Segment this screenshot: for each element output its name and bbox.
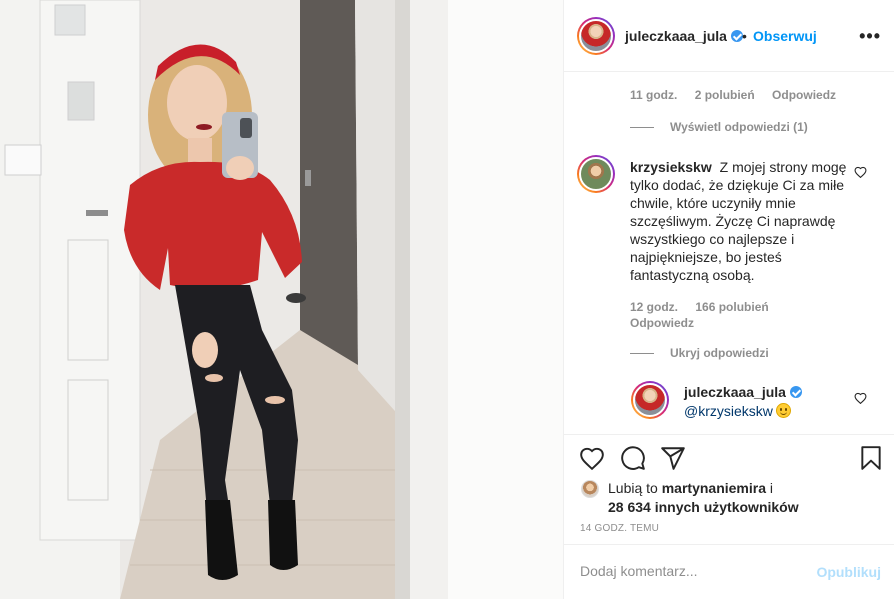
author-username[interactable]: juleczkaaa_jula bbox=[625, 28, 743, 44]
smile-emoji-icon bbox=[775, 403, 791, 418]
comment-text: Z mojej strony mogę tylko dodać, że dzię… bbox=[630, 159, 847, 283]
comment-icon[interactable] bbox=[620, 445, 646, 471]
mirror-selfie-image bbox=[0, 0, 563, 599]
follow-button[interactable]: Obserwuj bbox=[753, 28, 817, 44]
comment-body: krzysiekskw Z mojej strony mogę tylko do… bbox=[630, 158, 848, 284]
post-timestamp[interactable]: 14 GODZ. TEMU bbox=[580, 523, 659, 534]
divider bbox=[630, 352, 654, 354]
reply-author-username[interactable]: juleczkaaa_jula bbox=[684, 384, 802, 400]
heart-icon[interactable] bbox=[854, 166, 867, 178]
comment-time: 12 godz. bbox=[630, 300, 679, 314]
reply-author-avatar[interactable] bbox=[631, 381, 669, 419]
commenter-username[interactable]: krzysiekskw bbox=[630, 159, 712, 175]
hide-replies-label: Ukryj odpowiedzi bbox=[670, 346, 769, 360]
likes-line: Lubią to martynaniemira i bbox=[608, 480, 773, 496]
commenter-avatar[interactable] bbox=[577, 155, 615, 193]
view-replies-button[interactable]: Wyświetl odpowiedzi (1) bbox=[630, 120, 808, 134]
heart-icon[interactable] bbox=[854, 392, 867, 404]
reply-button[interactable]: Odpowiedz bbox=[630, 316, 694, 330]
separator-dot: • bbox=[742, 28, 747, 44]
comment-likes[interactable]: 2 polubień bbox=[695, 88, 755, 102]
reply-button[interactable]: Odpowiedz bbox=[772, 88, 836, 102]
comment-meta: 12 godz. 166 polubień Odpowiedz bbox=[630, 299, 830, 331]
share-icon[interactable] bbox=[660, 445, 686, 471]
post-sidebar: juleczkaaa_jula • Obserwuj ••• 11 godz. … bbox=[563, 0, 894, 599]
post-photo[interactable] bbox=[0, 0, 563, 599]
mention-link[interactable]: @krzysiekskw bbox=[684, 403, 773, 419]
likes-count[interactable]: 28 634 innych użytkowników bbox=[608, 497, 799, 517]
liker-avatar[interactable] bbox=[581, 480, 599, 498]
comment-composer: Opublikuj bbox=[564, 544, 894, 599]
reply-body: juleczkaaa_jula @krzysiekskw bbox=[684, 383, 802, 421]
liker-username[interactable]: martynaniemira bbox=[662, 480, 766, 496]
comment-meta: 11 godz. 2 polubień Odpowiedz bbox=[630, 88, 850, 102]
publish-button[interactable]: Opublikuj bbox=[816, 564, 881, 580]
comment-likes[interactable]: 166 polubień bbox=[695, 300, 768, 314]
post-header: juleczkaaa_jula • Obserwuj ••• bbox=[564, 0, 894, 72]
verified-icon bbox=[789, 386, 802, 398]
hide-replies-button[interactable]: Ukryj odpowiedzi bbox=[630, 346, 769, 360]
view-replies-label: Wyświetl odpowiedzi (1) bbox=[670, 120, 808, 134]
more-options-icon[interactable]: ••• bbox=[859, 26, 881, 47]
comment-time: 11 godz. bbox=[630, 88, 678, 102]
divider bbox=[630, 126, 654, 128]
comment-input[interactable] bbox=[580, 563, 800, 579]
author-avatar[interactable] bbox=[577, 17, 615, 55]
like-heart-icon[interactable] bbox=[579, 445, 605, 471]
bookmark-icon[interactable] bbox=[858, 445, 884, 471]
comments-section: 11 godz. 2 polubień Odpowiedz Wyświetl o… bbox=[564, 72, 894, 434]
post-actions: Lubią to martynaniemira i 28 634 innych … bbox=[564, 434, 894, 544]
